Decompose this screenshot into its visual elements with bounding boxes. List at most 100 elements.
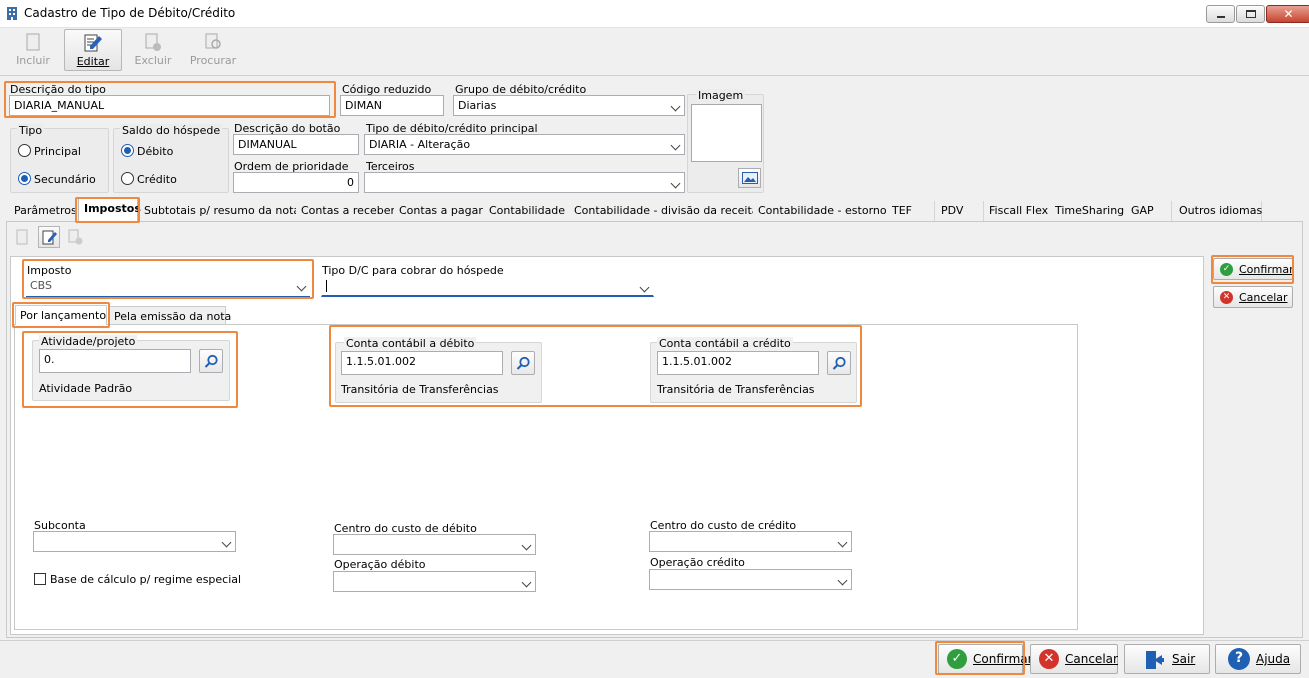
operacao-debito-label: Operação débito [334, 558, 426, 571]
atividade-label: Atividade/projeto [39, 335, 138, 348]
tab-subtotais[interactable]: Subtotais p/ resumo da nota [139, 201, 307, 221]
window-title: Cadastro de Tipo de Débito/Crédito [24, 6, 236, 20]
mini-new-button[interactable] [13, 228, 31, 246]
conta-debito-input[interactable]: 1.1.5.01.002 [341, 351, 503, 375]
highlight-footer-confirmar [935, 641, 1025, 675]
terceiros-select[interactable] [364, 172, 685, 193]
centro-debito-select[interactable] [333, 534, 536, 555]
saldo-group: Saldo do hóspede Débito Crédito [113, 124, 229, 193]
tipo-group: Tipo Principal Secundário [10, 124, 109, 193]
sair-button[interactable]: Sair [1124, 644, 1210, 674]
imagem-group: Imagem [687, 89, 764, 193]
radio-selected-icon [121, 144, 134, 157]
toolbar-divider [0, 75, 1309, 76]
chevron-down-icon [221, 537, 232, 548]
tab-outros-idiomas[interactable]: Outros idiomas [1174, 201, 1262, 221]
subconta-select[interactable] [33, 531, 236, 552]
incluir-button[interactable]: Incluir [4, 29, 62, 71]
cancel-icon: ✕ [1220, 291, 1233, 304]
delete-document-icon [68, 229, 83, 245]
radio-icon [121, 172, 134, 185]
chevron-down-icon [670, 140, 681, 151]
conta-debito-label: Conta contábil a débito [344, 337, 477, 350]
centro-credito-select[interactable] [649, 531, 852, 552]
help-icon: ? [1228, 648, 1250, 670]
editar-button[interactable]: Editar [64, 29, 122, 71]
conta-debito-search-button[interactable] [511, 351, 535, 375]
subtab-pela-emissao[interactable]: Pela emissão da nota [109, 306, 231, 326]
grupo-select[interactable]: Diarias [453, 95, 685, 116]
atividade-search-button[interactable] [199, 349, 223, 373]
imagem-label: Imagem [696, 89, 746, 102]
saldo-debito-radio[interactable]: Débito [121, 144, 173, 158]
base-calculo-checkbox[interactable]: Base de cálculo p/ regime especial [34, 573, 241, 586]
footer-divider [0, 640, 1309, 641]
operacao-credito-select[interactable] [649, 569, 852, 590]
mini-edit-button[interactable] [38, 226, 60, 248]
conta-credito-input[interactable]: 1.1.5.01.002 [657, 351, 819, 375]
tab-tef[interactable]: TEF [887, 201, 935, 221]
descricao-tipo-input[interactable]: DIARIA_MANUAL [9, 95, 330, 116]
toolbar: Incluir Editar Excluir Procurar [4, 28, 244, 73]
maximize-button[interactable] [1236, 5, 1265, 23]
chevron-down-icon [670, 101, 681, 112]
minimize-icon [1217, 16, 1225, 18]
tab-contabilidade-divisao[interactable]: Contabilidade - divisão da receita [569, 201, 765, 221]
search-icon [832, 356, 846, 370]
tab-gap[interactable]: GAP [1126, 201, 1172, 221]
chevron-down-icon [639, 282, 650, 293]
cancelar-button[interactable]: ✕ Cancelar [1030, 644, 1118, 674]
search-icon [516, 356, 530, 370]
ajuda-button[interactable]: ? Ajuda [1215, 644, 1301, 674]
new-document-icon [26, 33, 40, 51]
codigo-reduzido-input[interactable]: DIMAN [340, 95, 444, 116]
highlight-impostos-tab [75, 197, 140, 223]
radio-icon [18, 144, 31, 157]
chevron-down-icon [837, 537, 848, 548]
tab-timesharing[interactable]: TimeSharing [1050, 201, 1131, 221]
mini-delete-button[interactable] [66, 228, 84, 246]
exit-door-icon [1146, 651, 1164, 669]
conta-debito-desc: Transitória de Transferências [341, 383, 499, 396]
side-cancelar-button[interactable]: ✕ Cancelar [1213, 286, 1293, 308]
conta-credito-search-button[interactable] [827, 351, 851, 375]
conta-credito-label: Conta contábil a crédito [657, 337, 793, 350]
chevron-down-icon [837, 575, 848, 586]
imagem-box[interactable] [691, 104, 762, 162]
highlight-por-lancamento [12, 302, 110, 328]
tab-pdv[interactable]: PDV [936, 201, 984, 221]
highlight-side-confirmar [1211, 255, 1294, 284]
tab-fiscall-flex[interactable]: Fiscall Flex [984, 201, 1055, 221]
tipo-dc-select[interactable] [321, 276, 654, 297]
chevron-down-icon [296, 281, 307, 292]
minimize-button[interactable] [1206, 5, 1235, 23]
excluir-button[interactable]: Excluir [124, 29, 182, 71]
imposto-select[interactable]: CBS [26, 276, 310, 297]
procurar-button[interactable]: Procurar [184, 29, 242, 71]
tipo-principal-radio[interactable]: Principal [18, 144, 81, 158]
imagem-button[interactable] [738, 168, 761, 188]
picture-icon [742, 172, 758, 184]
tab-contabilidade[interactable]: Contabilidade [484, 201, 572, 221]
tab-contabilidade-estorno[interactable]: Contabilidade - estorno [753, 201, 893, 221]
atividade-group: Atividade/projeto 0. Atividade Padrão [32, 335, 230, 401]
close-icon: ✕ [1283, 7, 1294, 21]
saldo-credito-radio[interactable]: Crédito [121, 172, 177, 186]
title-bar: Cadastro de Tipo de Débito/Crédito ✕ [0, 0, 1309, 28]
tipo-principal-select[interactable]: DIARIA - Alteração [364, 134, 685, 155]
tab-contas-receber[interactable]: Contas a receber [296, 201, 402, 221]
tipo-secundario-radio[interactable]: Secundário [18, 172, 96, 186]
conta-credito-desc: Transitória de Transferências [657, 383, 815, 396]
tipo-label: Tipo [17, 124, 45, 137]
tab-parametros[interactable]: Parâmetros [9, 201, 83, 221]
ordem-input[interactable]: 0 [233, 172, 359, 193]
text-cursor [326, 280, 327, 292]
tab-contas-pagar[interactable]: Contas a pagar [394, 201, 489, 221]
checkbox-icon [34, 573, 46, 585]
delete-document-icon [145, 33, 161, 51]
atividade-input[interactable]: 0. [39, 349, 191, 373]
conta-debito-group: Conta contábil a débito 1.1.5.01.002 Tra… [335, 337, 542, 403]
descricao-botao-input[interactable]: DIMANUAL [233, 134, 359, 155]
operacao-debito-select[interactable] [333, 571, 536, 592]
close-button[interactable]: ✕ [1266, 5, 1309, 23]
